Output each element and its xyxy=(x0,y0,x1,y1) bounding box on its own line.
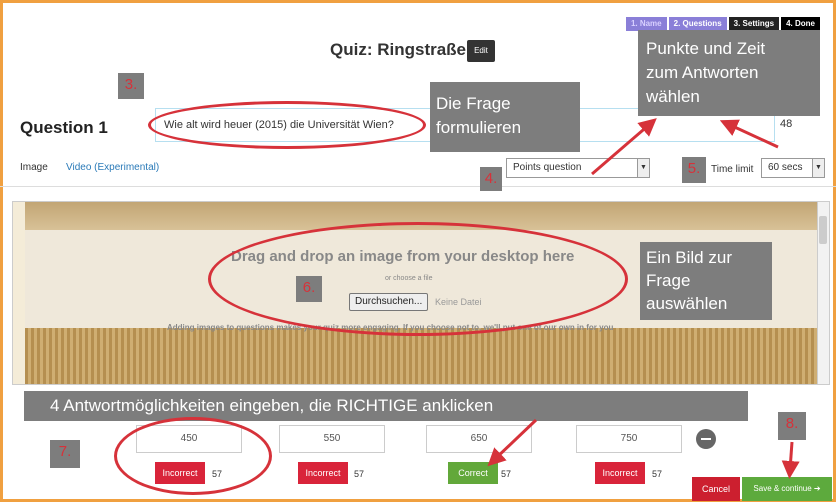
arrow-to-points xyxy=(591,118,657,176)
arrow-to-correct xyxy=(487,418,538,467)
annotation-arrows xyxy=(487,118,800,479)
arrow-to-time xyxy=(719,119,779,149)
arrow-to-save xyxy=(781,441,800,479)
